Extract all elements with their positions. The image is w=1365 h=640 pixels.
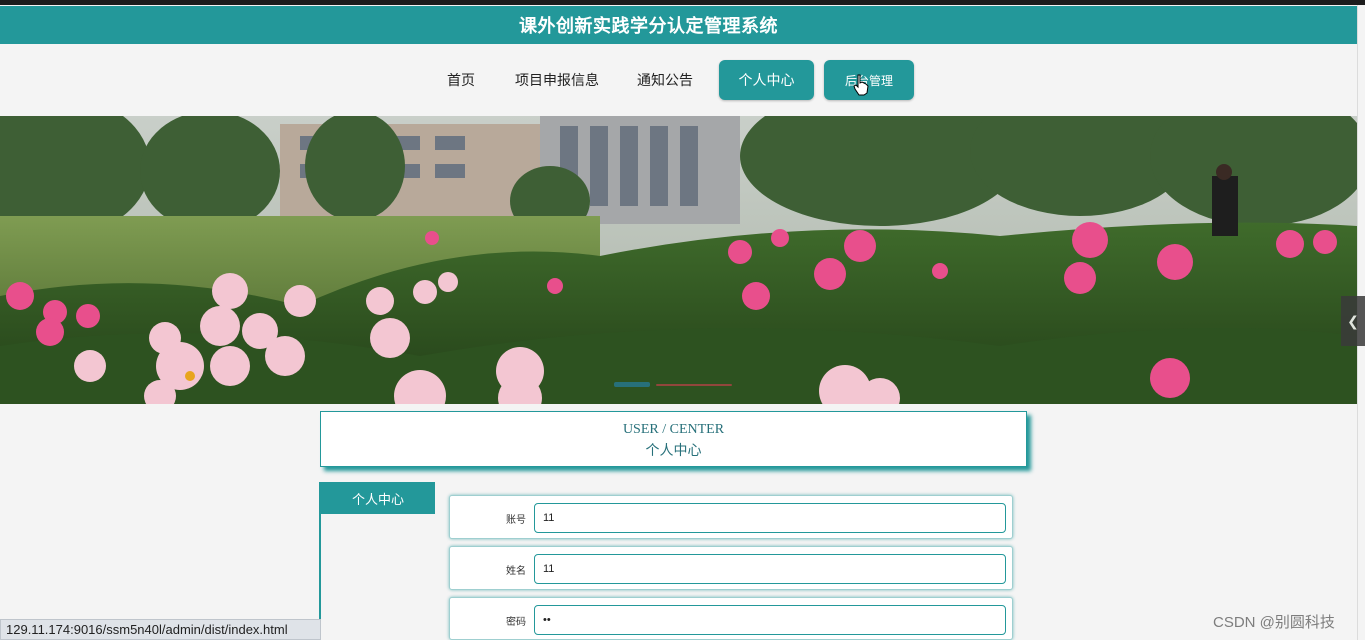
main-nav: 首页 项目申报信息 通知公告 个人中心 后台管理	[0, 44, 1357, 116]
nav-button-personal-center[interactable]: 个人中心	[719, 60, 814, 100]
status-url: 129.11.174:9016/ssm5n40l/admin/dist/inde…	[6, 622, 288, 637]
section-title-cn: 个人中心	[645, 444, 702, 459]
sidebar: 个人中心	[319, 482, 435, 640]
nav-item-home[interactable]: 首页	[447, 70, 475, 90]
password-label: 密码	[506, 616, 526, 628]
chevron-left-icon: ❮	[1347, 312, 1359, 329]
form-row-name: 姓名 11	[449, 546, 1013, 590]
carousel-indicators	[614, 382, 732, 387]
browser-status-bar: 129.11.174:9016/ssm5n40l/admin/dist/inde…	[0, 619, 321, 640]
nav-item-notices[interactable]: 通知公告	[637, 70, 693, 90]
window-top-border	[0, 0, 1365, 5]
nav-item-project-info[interactable]: 项目申报信息	[515, 70, 599, 90]
carousel-dot-active[interactable]	[614, 382, 650, 387]
account-label: 账号	[506, 514, 526, 526]
banner-image	[0, 116, 1357, 404]
section-heading: USER / CENTER 个人中心	[320, 411, 1027, 467]
name-label: 姓名	[506, 565, 526, 577]
nav-button-admin[interactable]: 后台管理	[824, 60, 914, 100]
name-input[interactable]: 11	[534, 554, 1006, 584]
password-input[interactable]: ••	[534, 605, 1006, 635]
sidebar-item-personal-center[interactable]: 个人中心	[321, 482, 435, 514]
title-bar: 课外创新实践学分认定管理系统	[0, 6, 1357, 44]
carousel-dot[interactable]	[656, 384, 732, 386]
hero-banner	[0, 116, 1357, 404]
section-title-en: USER / CENTER	[622, 422, 725, 437]
carousel-prev-button[interactable]: ❮	[1341, 296, 1365, 346]
account-input[interactable]: 11	[534, 503, 1006, 533]
form-row-account: 账号 11	[449, 495, 1013, 539]
watermark: CSDN @别圆科技	[1213, 614, 1335, 631]
form-row-password: 密码 ••	[449, 597, 1013, 640]
hand-pointer-icon	[853, 74, 869, 96]
site-title: 课外创新实践学分认定管理系统	[519, 16, 778, 36]
